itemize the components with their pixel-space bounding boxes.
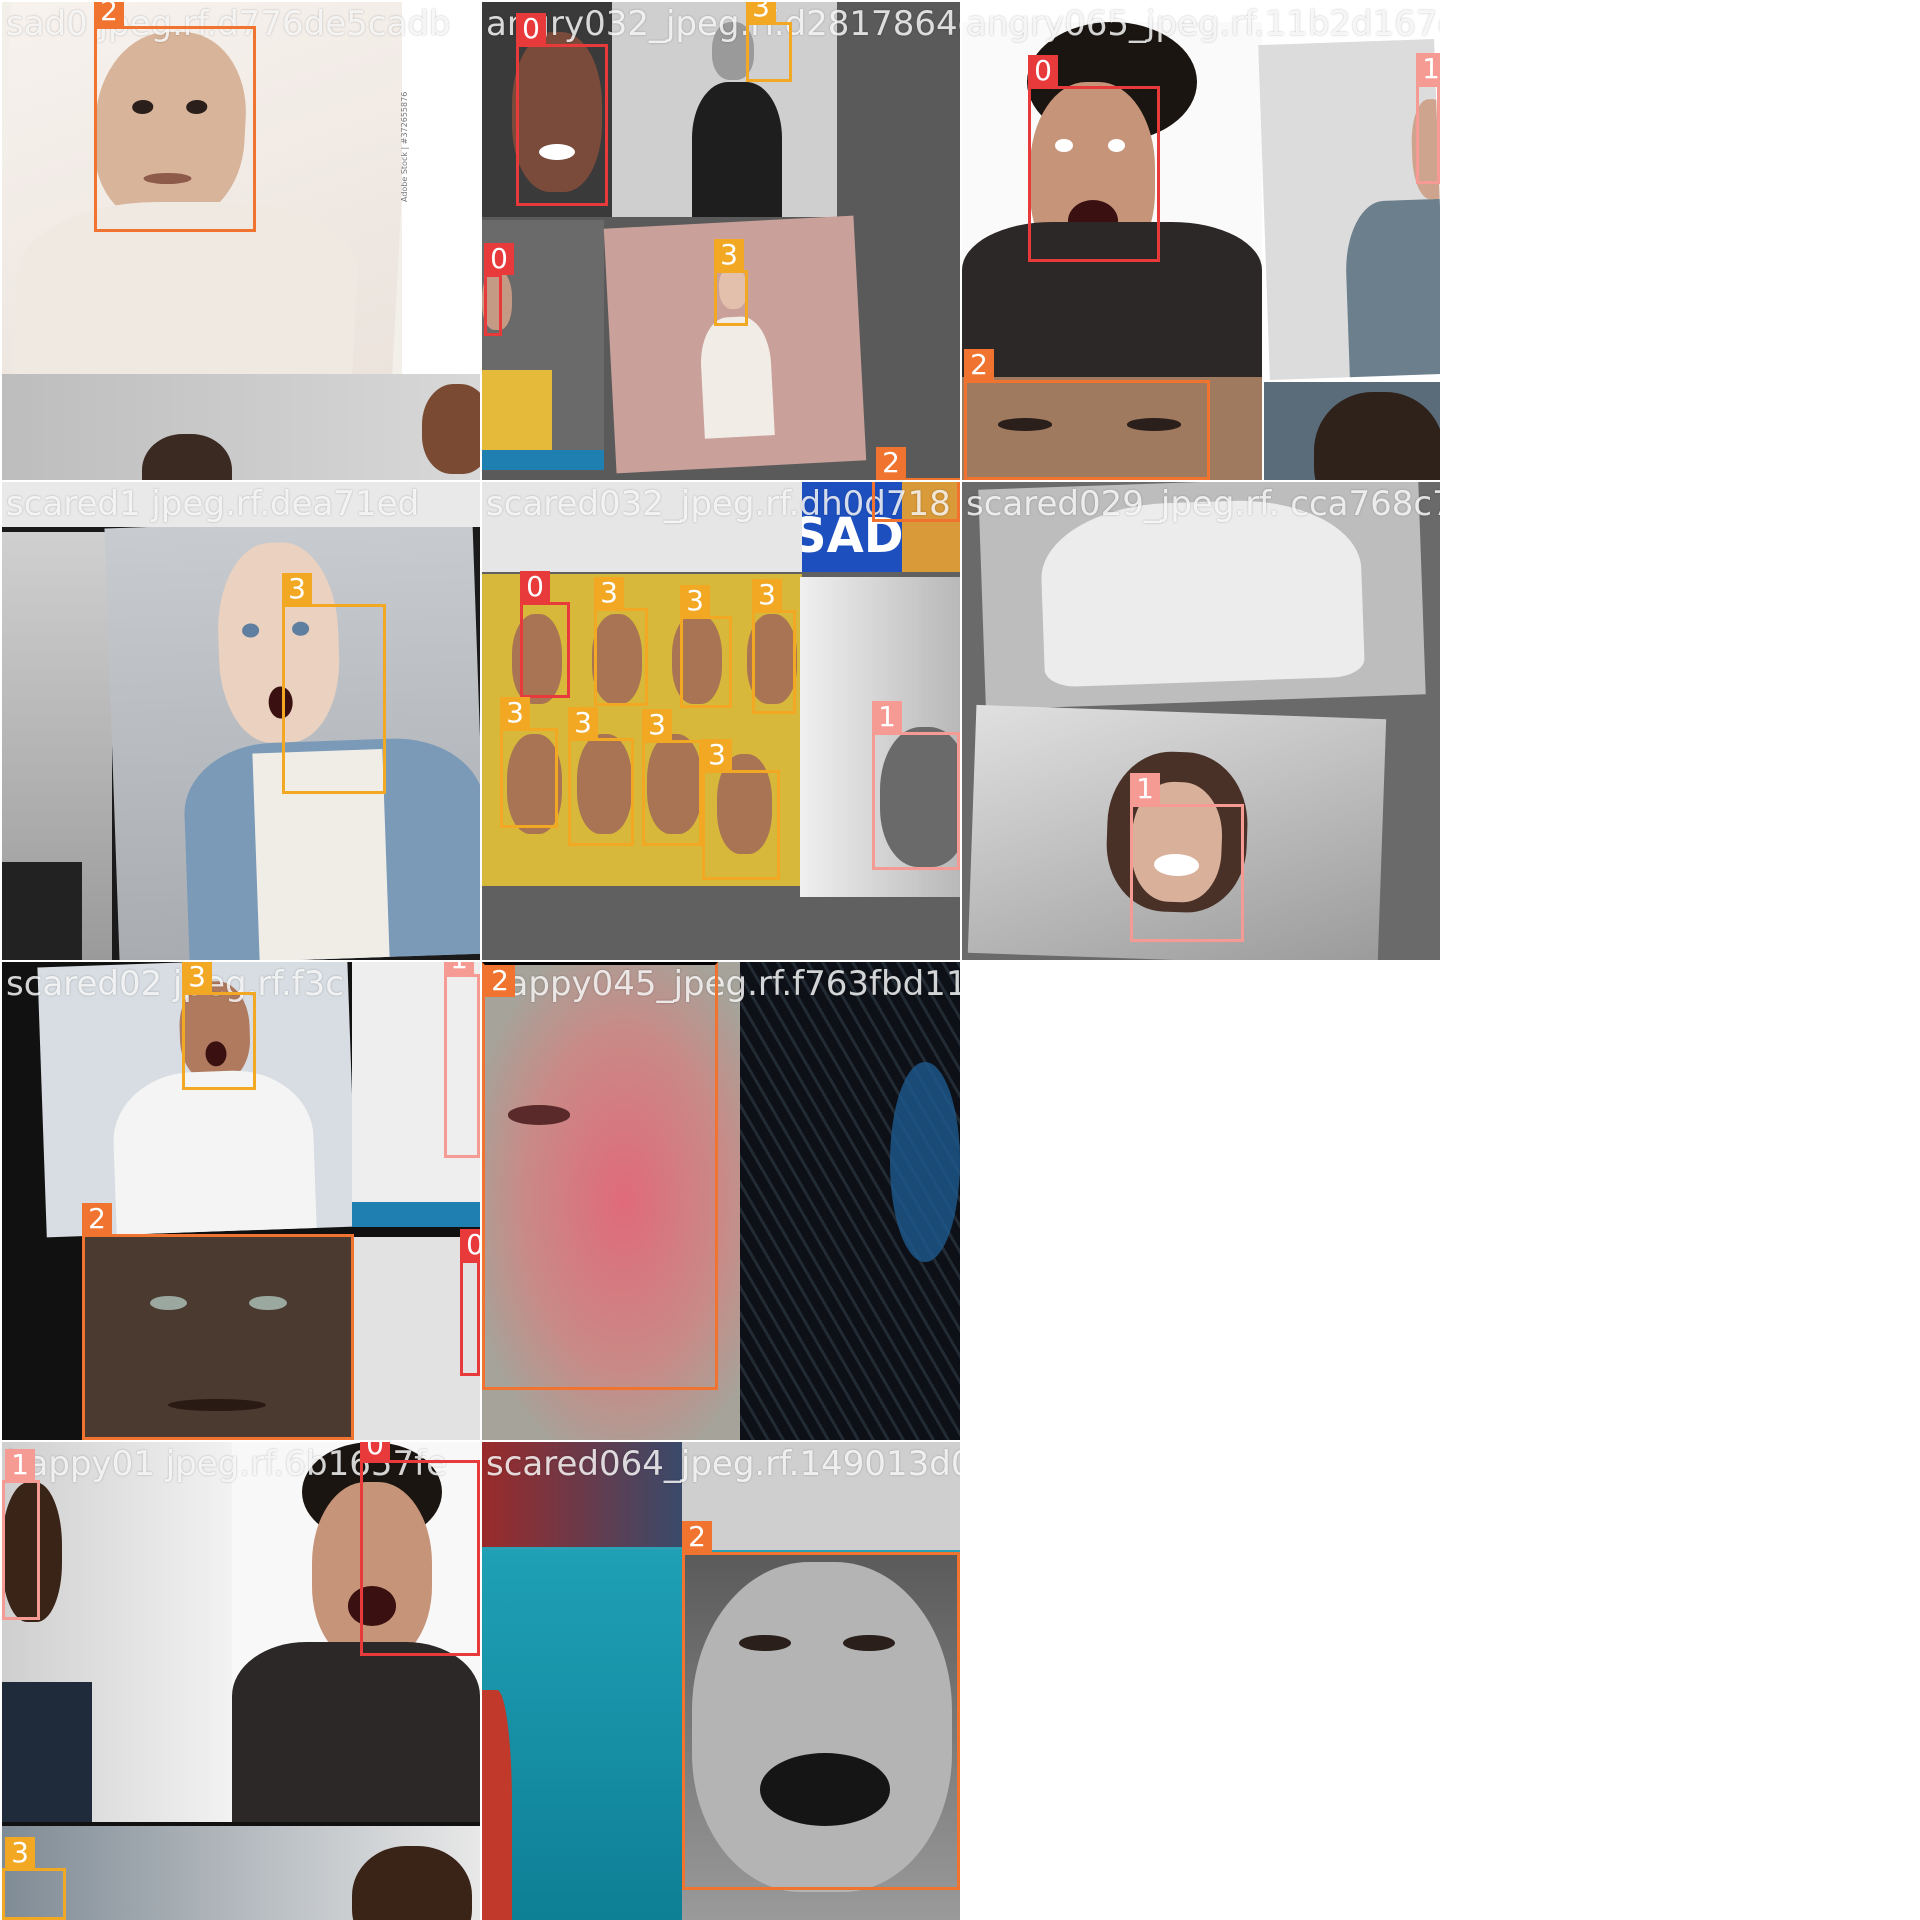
- bbox-class-0: 0: [460, 1229, 480, 1376]
- bbox-class-0: 0: [1028, 55, 1160, 262]
- mosaic-tile-8: happy045_jpeg.rf.f763fbd11aa4b91ad98a0af…: [482, 962, 960, 1440]
- bbox-class-1: 1: [2, 1449, 40, 1620]
- bbox-class-3: 3: [642, 709, 702, 846]
- mosaic-tile-3: angry065_jpeg.rf.11b2d167ed73782084bd355…: [962, 2, 1440, 480]
- photo-strip-bottom: [2, 374, 480, 480]
- bbox-class-1: 1: [1416, 53, 1440, 184]
- photo-man-gray-shirt: [1258, 39, 1440, 380]
- tile-filename: angry032_jpeg.rf.d2817864d4b28c: [486, 4, 960, 44]
- bbox-class-3: 3: [500, 697, 558, 828]
- bbox-class-3: 3: [594, 577, 648, 706]
- photo-bottom-strip: [2, 1826, 480, 1920]
- mosaic-tile-1: Adobe Stock | #372655876 sad0 jpeg.rf.d7…: [2, 2, 480, 480]
- tile-filename: scared064_jpeg.rf.149013d067e532d2dfa7ee: [486, 1444, 960, 1484]
- bbox-class-1: 1: [444, 962, 480, 1158]
- bbox-class-3: 3: [2, 1837, 66, 1920]
- photo-child-dark: [1264, 382, 1440, 480]
- tile-filename: angry065_jpeg.rf.11b2d167ed73782084bd355: [966, 4, 1440, 44]
- bbox-class-3: 3: [702, 739, 780, 880]
- bbox-class-3: 3: [746, 2, 792, 82]
- black-wedge: [402, 2, 480, 374]
- tile-filename: scared02 jpeg.rf.f3c: [6, 964, 344, 1004]
- bbox-class-3: 3: [680, 585, 732, 708]
- tile-filename: scared1 jpeg.rf.dea71ed: [6, 484, 420, 524]
- bbox-class-2: 2: [876, 447, 960, 480]
- photo-dark-suit: [2, 862, 82, 960]
- bbox-class-1: 1: [1130, 773, 1244, 942]
- bbox-class-3: 3: [568, 707, 634, 846]
- bbox-class-2: 2: [872, 482, 960, 522]
- bbox-class-0: 0: [520, 571, 570, 698]
- mosaic-tile-2: angry032_jpeg.rf.d2817864d4b28c 0 3 0 3 …: [482, 2, 960, 480]
- bbox-class-0: 0: [484, 243, 514, 336]
- mosaic-tile-5: SAD scared032_jpeg.rf.dh0d718 0 3 3 3 3 …: [482, 482, 960, 960]
- bbox-class-3: 3: [714, 239, 748, 326]
- bbox-class-3: 3: [182, 962, 256, 1090]
- mosaic-tile-7: scared02 jpeg.rf.f3c 3 1 2 0: [2, 962, 480, 1440]
- tile-filename: scared029_jpeg.rf. cca768c78770fa57ccfc: [966, 484, 1440, 524]
- photo-teal-backdrop: [482, 1550, 682, 1920]
- bbox-class-0: 0: [360, 1442, 480, 1656]
- bbox-class-0: 0: [516, 13, 608, 206]
- bbox-class-2: 2: [964, 349, 1210, 480]
- bbox-class-2: 2: [682, 1521, 960, 1890]
- bbox-class-2: 2: [94, 2, 256, 232]
- mosaic-tile-4: scared1 jpeg.rf.dea71ed 3: [2, 482, 480, 960]
- bbox-class-3: 3: [752, 579, 796, 714]
- bbox-class-2: 2: [482, 962, 718, 1390]
- mosaic-tile-10: scared064_jpeg.rf.149013d067e532d2dfa7ee…: [482, 1442, 960, 1920]
- stock-watermark: Adobe Stock | #372655876: [400, 91, 409, 202]
- mosaic-tile-9: happy01 jpeg.rf.6b1657fe 1 0 3: [2, 1442, 480, 1920]
- bbox-class-3: 3: [282, 573, 386, 794]
- photo-dark-abstract: [740, 962, 960, 1440]
- bbox-class-1: 1: [872, 701, 960, 870]
- mosaic-tile-6: scared029_jpeg.rf. cca768c78770fa57ccfc …: [962, 482, 1440, 960]
- bbox-class-2: 2: [82, 1203, 354, 1440]
